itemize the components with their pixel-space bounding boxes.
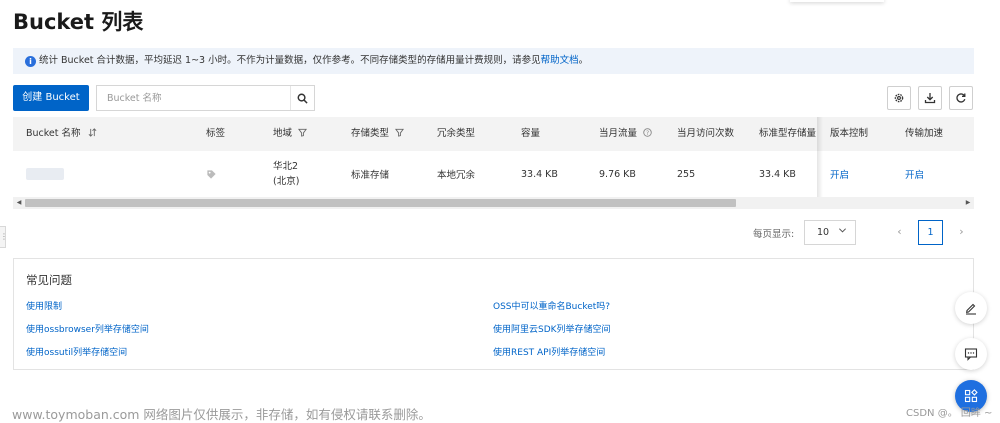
- fixed-column-shadow: [817, 117, 823, 197]
- td-versioning-link[interactable]: 开启: [817, 151, 892, 197]
- th-label: 存储类型: [351, 128, 390, 139]
- csdn-credit: CSDN @。 回眸 ~: [906, 408, 993, 419]
- notice-help-link[interactable]: 帮助文档: [541, 55, 579, 66]
- tag-icon: [207, 169, 216, 179]
- scrollbar-thumb[interactable]: [25, 199, 736, 207]
- next-page-icon[interactable]: ›: [949, 220, 974, 245]
- page-size-value: 10: [817, 227, 830, 238]
- download-icon: [924, 93, 936, 104]
- refresh-icon: [956, 93, 966, 103]
- td-region: 华北2 (北京): [260, 151, 338, 197]
- faq-link[interactable]: 使用阿里云SDK列举存储空间: [493, 322, 611, 335]
- filter-icon: [395, 128, 405, 137]
- filter-icon: [298, 128, 308, 137]
- th-label: 地域: [273, 128, 293, 139]
- td-storage-type: 标准存储: [351, 170, 390, 181]
- top-popup-edge: [790, 0, 884, 2]
- td-redundancy: 本地冗余: [437, 170, 476, 181]
- chat-float-button[interactable]: [955, 338, 987, 370]
- notice-suffix: 。: [578, 55, 589, 66]
- page-title: Bucket 列表: [13, 10, 144, 34]
- faq-title: 常见问题: [26, 273, 72, 287]
- download-button[interactable]: [918, 86, 942, 110]
- watermark-text: www.toymoban.com 网络图片仅供展示，非存储，如有侵权请联系删除。: [12, 407, 431, 422]
- apps-icon: [964, 389, 978, 403]
- region-name: 华北2: [273, 161, 299, 172]
- svg-text:?: ?: [646, 131, 649, 137]
- chat-icon: [964, 348, 978, 361]
- th-versioning: 版本控制: [817, 117, 892, 151]
- td-acceleration-link[interactable]: 开启: [892, 151, 974, 197]
- settings-button[interactable]: [887, 86, 911, 110]
- sort-icon: [88, 128, 96, 137]
- edit-icon: [966, 303, 976, 315]
- region-city: (北京): [273, 176, 300, 187]
- notice-text: 统计 Bucket 合计数据，平均延迟 1~3 小时。不作为计量数据，仅作参考。…: [39, 55, 541, 66]
- edit-float-button[interactable]: [955, 292, 987, 324]
- td-bucket-name[interactable]: [13, 151, 193, 197]
- page-size-select[interactable]: 10: [804, 220, 856, 245]
- bucket-name-redacted[interactable]: [26, 168, 64, 180]
- search-icon: [297, 93, 308, 104]
- faq-link[interactable]: 使用REST API列举存储空间: [493, 345, 605, 358]
- scroll-right-arrow-icon[interactable]: ▶: [962, 197, 974, 209]
- td-traffic: 9.76 KB: [599, 168, 636, 180]
- th-label: 当月流量: [599, 128, 638, 139]
- help-icon: ?: [643, 128, 652, 137]
- scroll-left-arrow-icon[interactable]: ◀: [13, 197, 25, 209]
- horizontal-scrollbar[interactable]: ◀ ▶: [13, 197, 974, 209]
- notice-bar: i 统计 Bucket 合计数据，平均延迟 1~3 小时。不作为计量数据，仅作参考…: [13, 48, 974, 74]
- settings-icon: [894, 93, 904, 103]
- td-visits: 255: [677, 168, 696, 180]
- per-page-label: 每页显示:: [753, 229, 795, 240]
- th-visits: 当月访问次数: [664, 117, 746, 151]
- page-1-button[interactable]: 1: [918, 220, 943, 245]
- td-capacity: 33.4 KB: [521, 168, 558, 180]
- faq-link[interactable]: 使用ossutil列举存储空间: [26, 345, 127, 358]
- th-label: Bucket 名称: [26, 128, 81, 139]
- th-standard-storage: 标准型存储量: [746, 117, 817, 151]
- refresh-button[interactable]: [949, 86, 973, 110]
- create-bucket-button[interactable]: 创建 Bucket: [13, 85, 89, 111]
- th-bucket-name[interactable]: Bucket 名称: [13, 117, 193, 151]
- th-traffic: 当月流量 ?: [586, 117, 664, 151]
- faq-link[interactable]: OSS中可以重命名Bucket吗?: [493, 299, 610, 312]
- th-capacity: 容量: [508, 117, 586, 151]
- td-tags[interactable]: [193, 151, 260, 197]
- th-region[interactable]: 地域: [260, 117, 338, 151]
- search-box: [96, 85, 315, 111]
- info-icon: i: [25, 56, 36, 67]
- search-button[interactable]: [290, 86, 314, 110]
- faq-link[interactable]: 使用限制: [26, 299, 62, 312]
- th-storage-type[interactable]: 存储类型: [338, 117, 424, 151]
- faq-panel: 常见问题 使用限制 使用ossbrowser列举存储空间 使用ossutil列举…: [13, 258, 974, 370]
- th-tags: 标签: [193, 117, 260, 151]
- prev-page-icon[interactable]: ‹: [887, 220, 912, 245]
- faq-link[interactable]: 使用ossbrowser列举存储空间: [26, 322, 149, 335]
- side-drawer-handle[interactable]: ⋮: [0, 226, 8, 248]
- th-redundancy: 冗余类型: [424, 117, 508, 151]
- th-acceleration: 传输加速: [892, 117, 974, 151]
- chevron-down-icon: [838, 221, 847, 244]
- td-standard-storage: 33.4 KB: [759, 168, 796, 180]
- search-input[interactable]: [97, 86, 290, 110]
